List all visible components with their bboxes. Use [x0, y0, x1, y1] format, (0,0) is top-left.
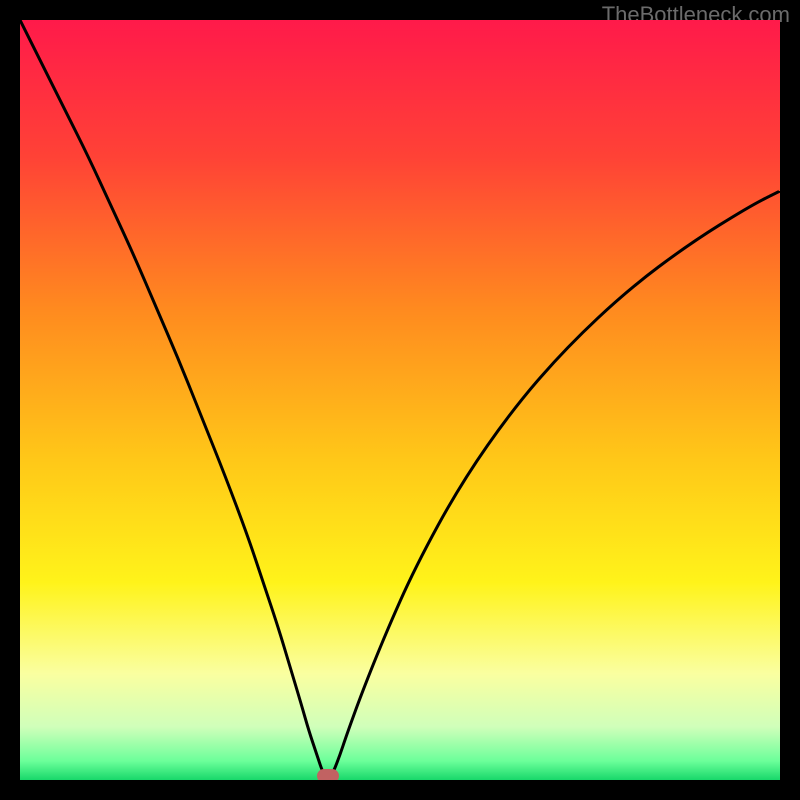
plot-area: [20, 20, 780, 780]
chart-frame: TheBottleneck.com: [0, 0, 800, 800]
optimal-point-marker: [317, 769, 339, 780]
bottleneck-curve: [20, 20, 780, 780]
